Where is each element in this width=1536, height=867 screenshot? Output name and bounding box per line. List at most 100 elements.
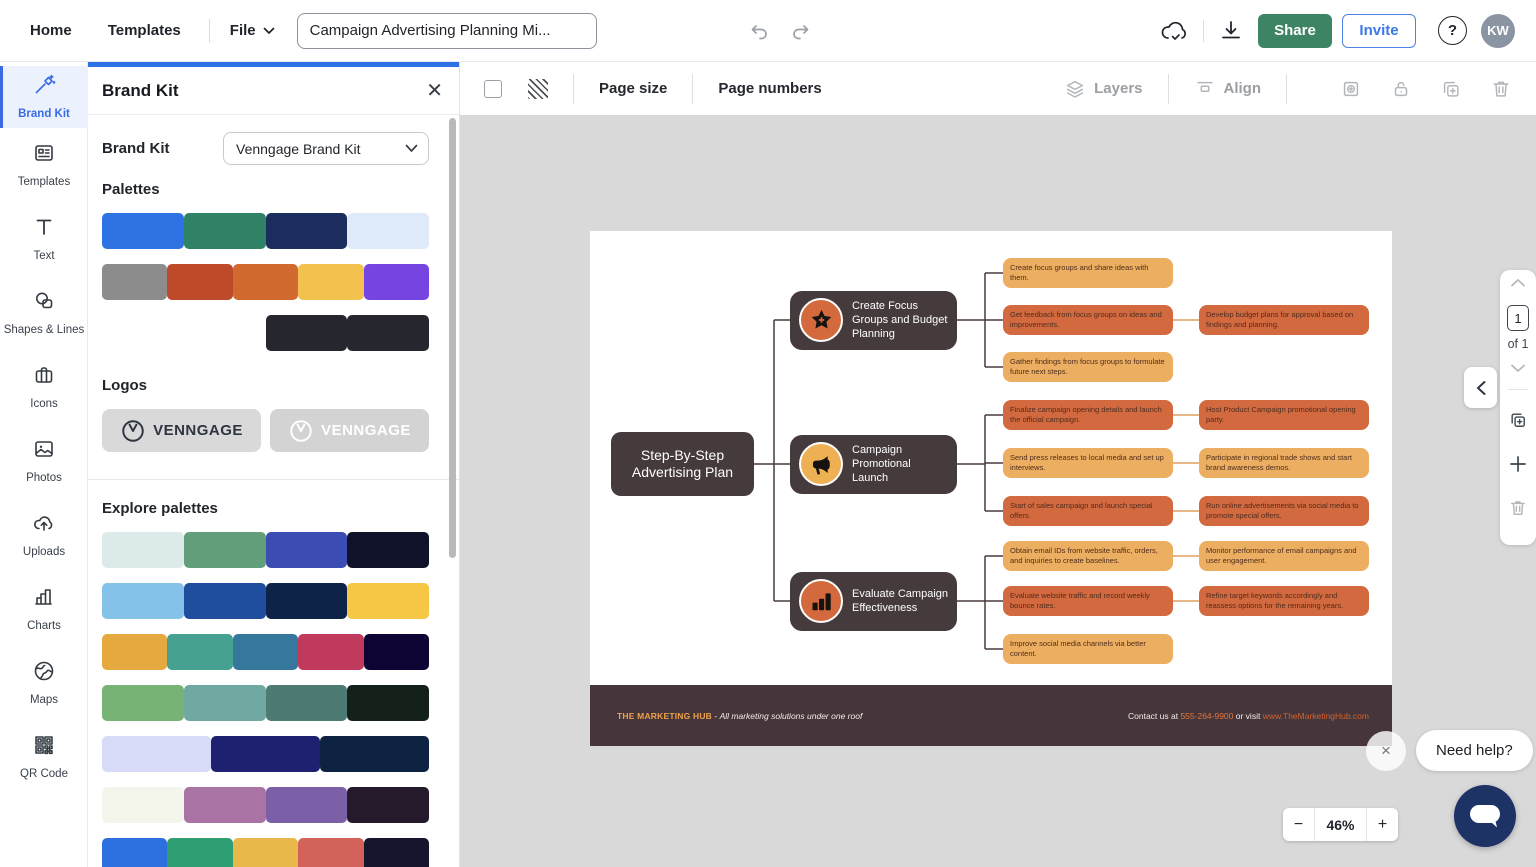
sidebar-item-uploads[interactable]: Uploads [0,498,88,572]
palette-swatch[interactable] [266,685,348,721]
lock-icon[interactable] [1390,78,1412,100]
help-button[interactable]: ? [1438,16,1467,45]
zoom-level[interactable]: 46% [1314,808,1367,841]
explore-palette-row[interactable] [102,634,429,670]
palette-swatch[interactable] [364,838,429,867]
palette-swatch[interactable] [184,532,266,568]
sidebar-item-shapes-lines[interactable]: Shapes & Lines [0,276,88,350]
logo-chip-dark[interactable]: VENNGAGE [102,409,261,452]
cloud-save-icon[interactable] [1160,20,1188,42]
need-help-button[interactable]: Need help? [1416,730,1533,771]
palette-swatch[interactable] [347,685,429,721]
duplicate-page-icon[interactable] [1508,410,1528,430]
palette-swatch[interactable] [266,787,348,823]
mindmap-branch-node[interactable]: Create Focus Groups and Budget Planning [790,291,957,350]
palette-swatch[interactable] [167,264,232,300]
logo-chip-light[interactable]: VENNGAGE [270,409,429,452]
explore-palette-row[interactable] [102,787,429,823]
brand-kit-select[interactable]: Venngage Brand Kit [223,132,429,165]
palette-swatch[interactable] [102,634,167,670]
sidebar-item-icons[interactable]: Icons [0,350,88,424]
sidebar-item-brand-kit[interactable]: Brand Kit [0,66,88,128]
palette-swatch[interactable] [184,787,266,823]
mindmap-leaf-node[interactable]: Start of sales campaign and launch speci… [1003,496,1173,526]
palette-swatch[interactable] [211,736,320,772]
trash-icon[interactable] [1490,78,1512,100]
sidebar-item-text[interactable]: Text [0,202,88,276]
sidebar-item-photos[interactable]: Photos [0,424,88,498]
mindmap-leaf-node[interactable]: Host Product Campaign promotional openin… [1199,400,1369,430]
collapse-panel-button[interactable] [1464,367,1497,408]
mindmap-branch-node[interactable]: Evaluate Campaign Effectiveness [790,572,957,631]
palette-swatch[interactable] [102,838,167,867]
current-page-box[interactable]: 1 [1507,305,1529,331]
mindmap-leaf-node[interactable]: Send press releases to local media and s… [1003,448,1173,478]
palette-swatch[interactable] [102,583,184,619]
share-button[interactable]: Share [1258,14,1332,48]
palette-swatch[interactable] [184,213,266,249]
zoom-out-button[interactable]: − [1283,808,1314,841]
mindmap-leaf-node[interactable]: Refine target keywords accordingly and r… [1199,586,1369,616]
palette-swatch[interactable] [233,634,298,670]
sidebar-item-templates[interactable]: Templates [0,128,88,202]
delete-page-icon[interactable] [1508,498,1528,518]
palette-swatch[interactable] [102,736,211,772]
download-icon[interactable] [1219,19,1243,43]
document-title-input[interactable] [297,13,597,49]
group-select-icon[interactable] [1340,78,1362,100]
avatar[interactable]: KW [1481,14,1515,48]
page-down-icon[interactable] [1510,363,1526,373]
palette-swatch[interactable] [298,264,363,300]
mindmap-center-node[interactable]: Step-By-Step Advertising Plan [611,432,754,496]
palette-swatch[interactable] [167,838,232,867]
palette-swatch[interactable] [102,315,184,351]
redo-icon[interactable] [791,22,811,40]
explore-palette-row[interactable] [102,532,429,568]
invite-button[interactable]: Invite [1342,14,1416,48]
mindmap-leaf-node[interactable]: Create focus groups and share ideas with… [1003,258,1173,288]
page-footer-bar[interactable]: THE MARKETING HUB - All marketing soluti… [590,685,1392,746]
page-up-icon[interactable] [1510,278,1526,288]
layers-button[interactable]: Layers [1064,78,1142,100]
explore-palette-row[interactable] [102,736,429,772]
chat-widget-button[interactable] [1454,785,1516,847]
palette-swatch[interactable] [266,213,348,249]
mindmap-leaf-node[interactable]: Improve social media channels via better… [1003,634,1173,664]
duplicate-icon[interactable] [1440,78,1462,100]
explore-palette-row[interactable] [102,685,429,721]
mindmap-leaf-node[interactable]: Obtain email IDs from website traffic, o… [1003,541,1173,571]
close-icon[interactable]: ✕ [426,81,443,101]
background-color-swatch[interactable] [484,80,502,98]
background-pattern-icon[interactable] [528,79,548,99]
palette-swatch[interactable] [347,213,429,249]
palette-swatch[interactable] [184,685,266,721]
brand-palette-row[interactable] [102,213,429,249]
panel-scrollbar[interactable] [449,118,456,558]
mindmap-leaf-node[interactable]: Evaluate website traffic and record week… [1003,586,1173,616]
palette-swatch[interactable] [347,315,429,351]
page-numbers-button[interactable]: Page numbers [718,80,821,97]
palette-swatch[interactable] [266,315,348,351]
undo-icon[interactable] [749,22,769,40]
palette-swatch[interactable] [102,213,184,249]
sidebar-item-qr-code[interactable]: QR Code [0,720,88,794]
file-menu[interactable]: File [230,22,275,39]
mindmap-leaf-node[interactable]: Develop budget plans for approval based … [1199,305,1369,335]
palette-swatch[interactable] [184,315,266,351]
palette-swatch[interactable] [364,264,429,300]
page-size-button[interactable]: Page size [599,80,667,97]
palette-swatch[interactable] [184,583,266,619]
home-link[interactable]: Home [30,22,72,39]
palette-swatch[interactable] [102,685,184,721]
dismiss-help-button[interactable]: × [1366,731,1406,771]
mindmap-leaf-node[interactable]: Get feedback from focus groups on ideas … [1003,305,1173,335]
mindmap-leaf-node[interactable]: Participate in regional trade shows and … [1199,448,1369,478]
sidebar-item-maps[interactable]: Maps [0,646,88,720]
palette-swatch[interactable] [347,532,429,568]
palette-swatch[interactable] [233,264,298,300]
mindmap-branch-node[interactable]: Campaign Promotional Launch [790,435,957,494]
mindmap-leaf-node[interactable]: Gather findings from focus groups to for… [1003,352,1173,382]
palette-swatch[interactable] [347,787,429,823]
palette-swatch[interactable] [298,838,363,867]
explore-palette-row[interactable] [102,838,429,867]
